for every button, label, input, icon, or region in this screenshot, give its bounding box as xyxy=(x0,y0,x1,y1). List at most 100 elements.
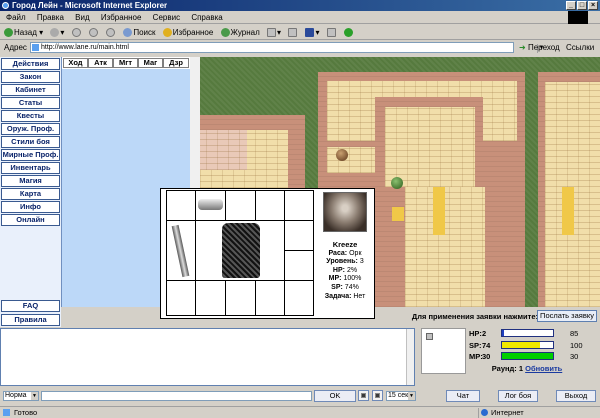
inventory-slot[interactable] xyxy=(226,281,256,316)
menu-favorites[interactable]: Избранное xyxy=(101,13,142,22)
refresh-button[interactable] xyxy=(88,25,99,40)
sidebar-item-fight-styles[interactable]: Стили боя xyxy=(1,136,60,148)
round-value: 1 xyxy=(518,364,524,373)
sidebar-item-stats[interactable]: Статы xyxy=(1,97,60,109)
character-stats: Kreeze Раса: Орк Уровень: 3 HP: 2% MP: 1… xyxy=(315,240,375,301)
go-button[interactable]: ➜ Переход xyxy=(519,41,560,54)
search-button[interactable]: Поиск xyxy=(123,25,156,40)
back-button[interactable]: Назад ▾ xyxy=(4,25,43,40)
sidebar-item-rules[interactable]: Правила xyxy=(1,314,60,326)
sword-icon xyxy=(171,224,190,278)
inventory-slot-armor[interactable] xyxy=(196,221,285,281)
discuss-icon xyxy=(326,28,336,38)
send-order-button[interactable]: Послать заявку xyxy=(537,310,597,322)
hp-max: 85 xyxy=(570,329,579,338)
armor-icon xyxy=(222,223,260,278)
smiles-button[interactable] xyxy=(358,390,369,401)
home-icon xyxy=(106,28,116,38)
tab-attack[interactable]: Атк xyxy=(88,58,113,68)
translit-icon xyxy=(375,393,380,398)
tab-magic[interactable]: Маг xyxy=(138,58,163,68)
ok-button[interactable]: OK xyxy=(314,390,356,402)
refresh-timer-select[interactable]: 15 сек ▼ xyxy=(386,391,416,401)
maximize-button[interactable]: □ xyxy=(577,1,587,10)
menu-edit[interactable]: Правка xyxy=(37,13,64,22)
tab-dexterity[interactable]: Дзр xyxy=(163,58,189,68)
sidebar-item-quests[interactable]: Квесты xyxy=(1,110,60,122)
menu-file[interactable]: Файл xyxy=(6,13,26,22)
links-button[interactable]: Ссылки xyxy=(566,41,594,54)
word-button[interactable]: ▾ xyxy=(305,25,319,40)
address-bar: Адрес http://www.lane.ru/main.html ▼ ➜ П… xyxy=(0,41,600,54)
sidebar-item-law[interactable]: Закон xyxy=(1,71,60,83)
mp-bar-fill xyxy=(502,353,553,359)
menu-tools[interactable]: Сервис xyxy=(153,13,180,22)
inventory-slot[interactable] xyxy=(285,221,314,251)
messenger-button[interactable] xyxy=(343,25,354,40)
mp-label: MP: xyxy=(469,352,483,361)
exit-button[interactable]: Выход xyxy=(556,390,596,402)
status-portrait-box xyxy=(421,328,466,374)
stop-button[interactable] xyxy=(71,25,82,40)
inventory-slot[interactable] xyxy=(167,281,196,316)
mp-bar xyxy=(501,352,554,360)
hp-value: 2 xyxy=(482,329,487,338)
sidebar-item-map[interactable]: Карта xyxy=(1,188,60,200)
map-character-player[interactable] xyxy=(391,177,403,189)
mail-button[interactable]: ▾ xyxy=(266,25,281,40)
sidebar-item-faq[interactable]: FAQ xyxy=(1,300,60,312)
chat-message-input[interactable] xyxy=(41,391,312,401)
favorites-button[interactable]: Избранное xyxy=(162,25,213,40)
inventory-slot-weapon[interactable] xyxy=(167,221,196,281)
home-button[interactable] xyxy=(106,25,116,40)
chat-area[interactable] xyxy=(0,328,415,386)
building-left-pink-floor xyxy=(200,130,247,170)
history-icon xyxy=(220,28,230,38)
inventory-slot[interactable] xyxy=(256,191,285,221)
journal-button[interactable]: Журнал xyxy=(220,25,260,40)
tab-might[interactable]: Мгт xyxy=(113,58,138,68)
menu-view[interactable]: Вид xyxy=(75,13,89,22)
stat-race: Раса: Орк xyxy=(328,249,362,257)
gold-tile-column-right xyxy=(562,187,574,235)
inventory-slot-helmet[interactable] xyxy=(196,191,226,221)
map-character[interactable] xyxy=(336,149,348,161)
sidebar-item-actions[interactable]: Действия xyxy=(1,58,60,70)
tab-move[interactable]: Ход xyxy=(63,58,88,68)
refresh-link[interactable]: Обновить xyxy=(525,364,562,373)
sp-bar xyxy=(501,341,554,349)
sidebar-item-cabinet[interactable]: Кабинет xyxy=(1,84,60,96)
discuss-button[interactable] xyxy=(326,25,337,40)
sidebar-item-inventory[interactable]: Инвентарь xyxy=(1,162,60,174)
inventory-slot[interactable] xyxy=(167,191,196,221)
print-button[interactable] xyxy=(288,25,298,40)
stat-task: Задача: Нет xyxy=(324,292,366,300)
character-name: Kreeze xyxy=(332,240,358,249)
sidebar-item-online[interactable]: Онлайн xyxy=(1,214,60,226)
close-button[interactable]: × xyxy=(588,1,598,10)
sidebar-item-weapon-prof[interactable]: Оруж. Проф. xyxy=(1,123,60,135)
sidebar-item-peaceful-prof[interactable]: Мирные Проф. xyxy=(1,149,60,161)
inventory-slot[interactable] xyxy=(256,281,285,316)
minimize-button[interactable]: _ xyxy=(566,1,576,10)
order-prompt: Для применения заявки нажмите: xyxy=(411,312,538,321)
translit-button[interactable] xyxy=(372,390,383,401)
chat-scrollbar[interactable] xyxy=(406,329,414,385)
inventory-slot[interactable] xyxy=(226,191,256,221)
sidebar-item-info[interactable]: Инфо xyxy=(1,201,60,213)
sidebar-item-magic[interactable]: Магия xyxy=(1,175,60,187)
stat-level: Уровень: 3 xyxy=(326,258,364,266)
menu-help[interactable]: Справка xyxy=(191,13,222,22)
forward-button[interactable]: ▾ xyxy=(50,25,64,40)
inventory-slot[interactable] xyxy=(285,191,314,221)
fight-log-button[interactable]: Лог боя xyxy=(498,390,538,402)
inventory-slot[interactable] xyxy=(285,251,314,281)
inventory-slot[interactable] xyxy=(285,281,314,316)
refresh-icon xyxy=(88,28,98,38)
search-icon xyxy=(123,28,133,38)
inventory-slot[interactable] xyxy=(196,281,226,316)
chat-mode-select[interactable]: Норма ▼ xyxy=(3,391,39,401)
address-input[interactable]: http://www.lane.ru/main.html ▼ xyxy=(30,42,545,53)
mp-value: 30 xyxy=(482,352,491,361)
chat-button[interactable]: Чат xyxy=(446,390,480,402)
